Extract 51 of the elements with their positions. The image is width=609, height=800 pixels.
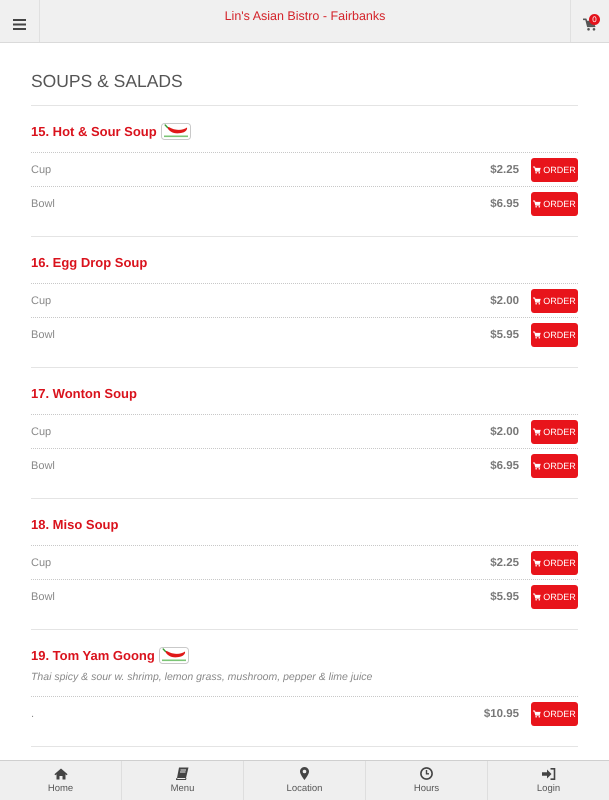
size-label: Bowl: [31, 590, 56, 602]
dish-name: 15. Hot & Sour Soup: [31, 124, 157, 138]
size-label: Bowl: [31, 328, 56, 340]
clock-icon: [420, 767, 433, 780]
cart-icon: [533, 428, 542, 436]
cart-icon: [533, 296, 542, 304]
price: $2.00: [490, 294, 519, 306]
order-button[interactable]: ORDER: [531, 454, 578, 478]
order-button[interactable]: ORDER: [531, 550, 578, 574]
book-icon: [176, 767, 189, 780]
menu-icon: [13, 18, 26, 30]
order-button[interactable]: ORDER: [531, 420, 578, 444]
house-icon: [54, 768, 68, 780]
price: $6.95: [490, 460, 519, 472]
cart-icon: [533, 592, 542, 600]
order-button[interactable]: ORDER: [531, 158, 578, 182]
dish-name: 17. Wonton Soup: [31, 386, 137, 400]
size-label: Bowl: [31, 460, 56, 472]
price: $6.95: [490, 198, 519, 210]
order-button[interactable]: ORDER: [531, 584, 578, 608]
price: $2.25: [490, 164, 519, 176]
size-label: Bowl: [31, 198, 56, 210]
order-button[interactable]: ORDER: [531, 288, 578, 312]
order-button[interactable]: ORDER: [531, 702, 578, 726]
size-label: Cup: [31, 164, 52, 176]
dish-description: Thai spicy & sour w. shrimp, lemon grass, mushroom, pepper & lime juice: [31, 670, 374, 685]
price: $10.95: [484, 708, 519, 720]
dish-name: 16. Egg Drop Soup: [31, 254, 148, 270]
dish-name: 19. Tom Yam Goong: [31, 648, 155, 662]
size-label: Cup: [31, 556, 52, 568]
order-button[interactable]: ORDER: [531, 192, 578, 216]
price: $2.00: [490, 426, 519, 438]
price: $2.25: [490, 556, 519, 568]
order-button[interactable]: ORDER: [531, 322, 578, 346]
cart-icon: [533, 558, 542, 566]
price: $5.95: [490, 328, 519, 340]
size-label: Cup: [31, 426, 52, 438]
cart-count-badge: 0: [589, 14, 600, 25]
size-label: .: [31, 708, 36, 720]
cart-icon: [533, 330, 542, 338]
size-label: Cup: [31, 294, 52, 306]
price: $5.95: [490, 590, 519, 602]
cart-icon: [533, 166, 542, 174]
cart-icon: [533, 200, 542, 208]
cart-icon: [533, 462, 542, 470]
map-pin-icon: [300, 767, 309, 780]
arrow-into-bracket-icon: [542, 768, 556, 780]
dish-name: 18. Miso Soup: [31, 516, 118, 532]
cart-icon: [533, 710, 542, 718]
category-heading: SOUPS & SALADS: [31, 43, 578, 106]
restaurant-title: Lin's Asian Bistro - Fairbanks: [224, 9, 386, 24]
